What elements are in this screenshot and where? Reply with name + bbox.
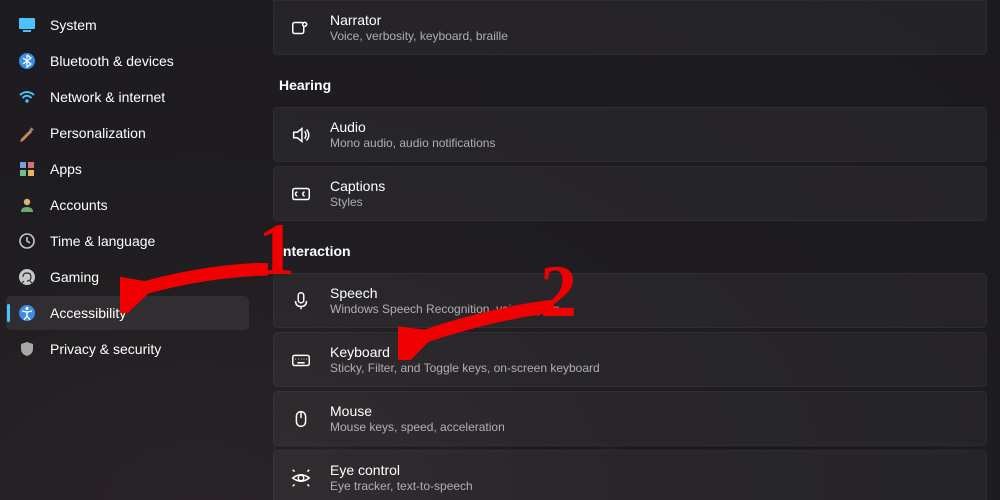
section-heading-hearing: Hearing: [279, 77, 1000, 93]
apps-icon: [18, 160, 36, 178]
sidebar-item-label: Personalization: [50, 125, 146, 141]
card-title: Audio: [330, 119, 495, 135]
sidebar-item-accounts[interactable]: Accounts: [6, 188, 249, 222]
settings-card-audio[interactable]: Audio Mono audio, audio notifications: [273, 107, 987, 162]
settings-card-speech[interactable]: Speech Windows Speech Recognition, voice…: [273, 273, 987, 328]
eye-icon: [290, 467, 312, 489]
settings-card-narrator[interactable]: Narrator Voice, verbosity, keyboard, bra…: [273, 0, 987, 55]
sidebar-item-apps[interactable]: Apps: [6, 152, 249, 186]
accounts-icon: [18, 196, 36, 214]
sidebar-item-label: Accessibility: [50, 305, 126, 321]
bluetooth-icon: [18, 52, 36, 70]
card-subtitle: Mouse keys, speed, acceleration: [330, 420, 505, 434]
sidebar-item-gaming[interactable]: Gaming: [6, 260, 249, 294]
narrator-icon: [290, 17, 312, 39]
settings-card-captions[interactable]: Captions Styles: [273, 166, 987, 221]
sidebar-item-label: Gaming: [50, 269, 99, 285]
card-text: Eye control Eye tracker, text-to-speech: [330, 462, 473, 493]
main-content: Narrator Voice, verbosity, keyboard, bra…: [255, 0, 1000, 500]
sidebar-item-label: Apps: [50, 161, 82, 177]
settings-card-keyboard[interactable]: Keyboard Sticky, Filter, and Toggle keys…: [273, 332, 987, 387]
card-text: Keyboard Sticky, Filter, and Toggle keys…: [330, 344, 600, 375]
sidebar-item-label: System: [50, 17, 97, 33]
mouse-icon: [290, 408, 312, 430]
section-heading-interaction: Interaction: [279, 243, 1000, 259]
sidebar: System Bluetooth & devices Network & int…: [0, 0, 255, 500]
settings-card-mouse[interactable]: Mouse Mouse keys, speed, acceleration: [273, 391, 987, 446]
sidebar-item-system[interactable]: System: [6, 8, 249, 42]
card-title: Narrator: [330, 12, 508, 28]
keyboard-icon: [290, 349, 312, 371]
card-text: Mouse Mouse keys, speed, acceleration: [330, 403, 505, 434]
sidebar-item-network[interactable]: Network & internet: [6, 80, 249, 114]
sidebar-item-label: Network & internet: [50, 89, 165, 105]
sidebar-item-label: Privacy & security: [50, 341, 161, 357]
gaming-icon: [18, 268, 36, 286]
wifi-icon: [18, 88, 36, 106]
sidebar-item-label: Time & language: [50, 233, 155, 249]
settings-card-eye-control[interactable]: Eye control Eye tracker, text-to-speech: [273, 450, 987, 500]
speech-icon: [290, 290, 312, 312]
card-title: Captions: [330, 178, 385, 194]
sidebar-item-privacy[interactable]: Privacy & security: [6, 332, 249, 366]
sidebar-item-accessibility[interactable]: Accessibility: [6, 296, 249, 330]
captions-icon: [290, 183, 312, 205]
card-text: Audio Mono audio, audio notifications: [330, 119, 495, 150]
card-subtitle: Sticky, Filter, and Toggle keys, on-scre…: [330, 361, 600, 375]
privacy-icon: [18, 340, 36, 358]
card-subtitle: Voice, verbosity, keyboard, braille: [330, 29, 508, 43]
card-title: Speech: [330, 285, 559, 301]
sidebar-item-label: Accounts: [50, 197, 108, 213]
card-subtitle: Mono audio, audio notifications: [330, 136, 495, 150]
personalization-icon: [18, 124, 36, 142]
sidebar-item-personalization[interactable]: Personalization: [6, 116, 249, 150]
accessibility-icon: [18, 304, 36, 322]
card-subtitle: Windows Speech Recognition, voice typing: [330, 302, 559, 316]
sidebar-item-time[interactable]: Time & language: [6, 224, 249, 258]
system-icon: [18, 16, 36, 34]
card-text: Speech Windows Speech Recognition, voice…: [330, 285, 559, 316]
card-title: Keyboard: [330, 344, 600, 360]
card-title: Mouse: [330, 403, 505, 419]
card-subtitle: Eye tracker, text-to-speech: [330, 479, 473, 493]
card-text: Narrator Voice, verbosity, keyboard, bra…: [330, 12, 508, 43]
card-title: Eye control: [330, 462, 473, 478]
audio-icon: [290, 124, 312, 146]
time-icon: [18, 232, 36, 250]
card-subtitle: Styles: [330, 195, 385, 209]
card-text: Captions Styles: [330, 178, 385, 209]
sidebar-item-label: Bluetooth & devices: [50, 53, 174, 69]
sidebar-item-bluetooth[interactable]: Bluetooth & devices: [6, 44, 249, 78]
